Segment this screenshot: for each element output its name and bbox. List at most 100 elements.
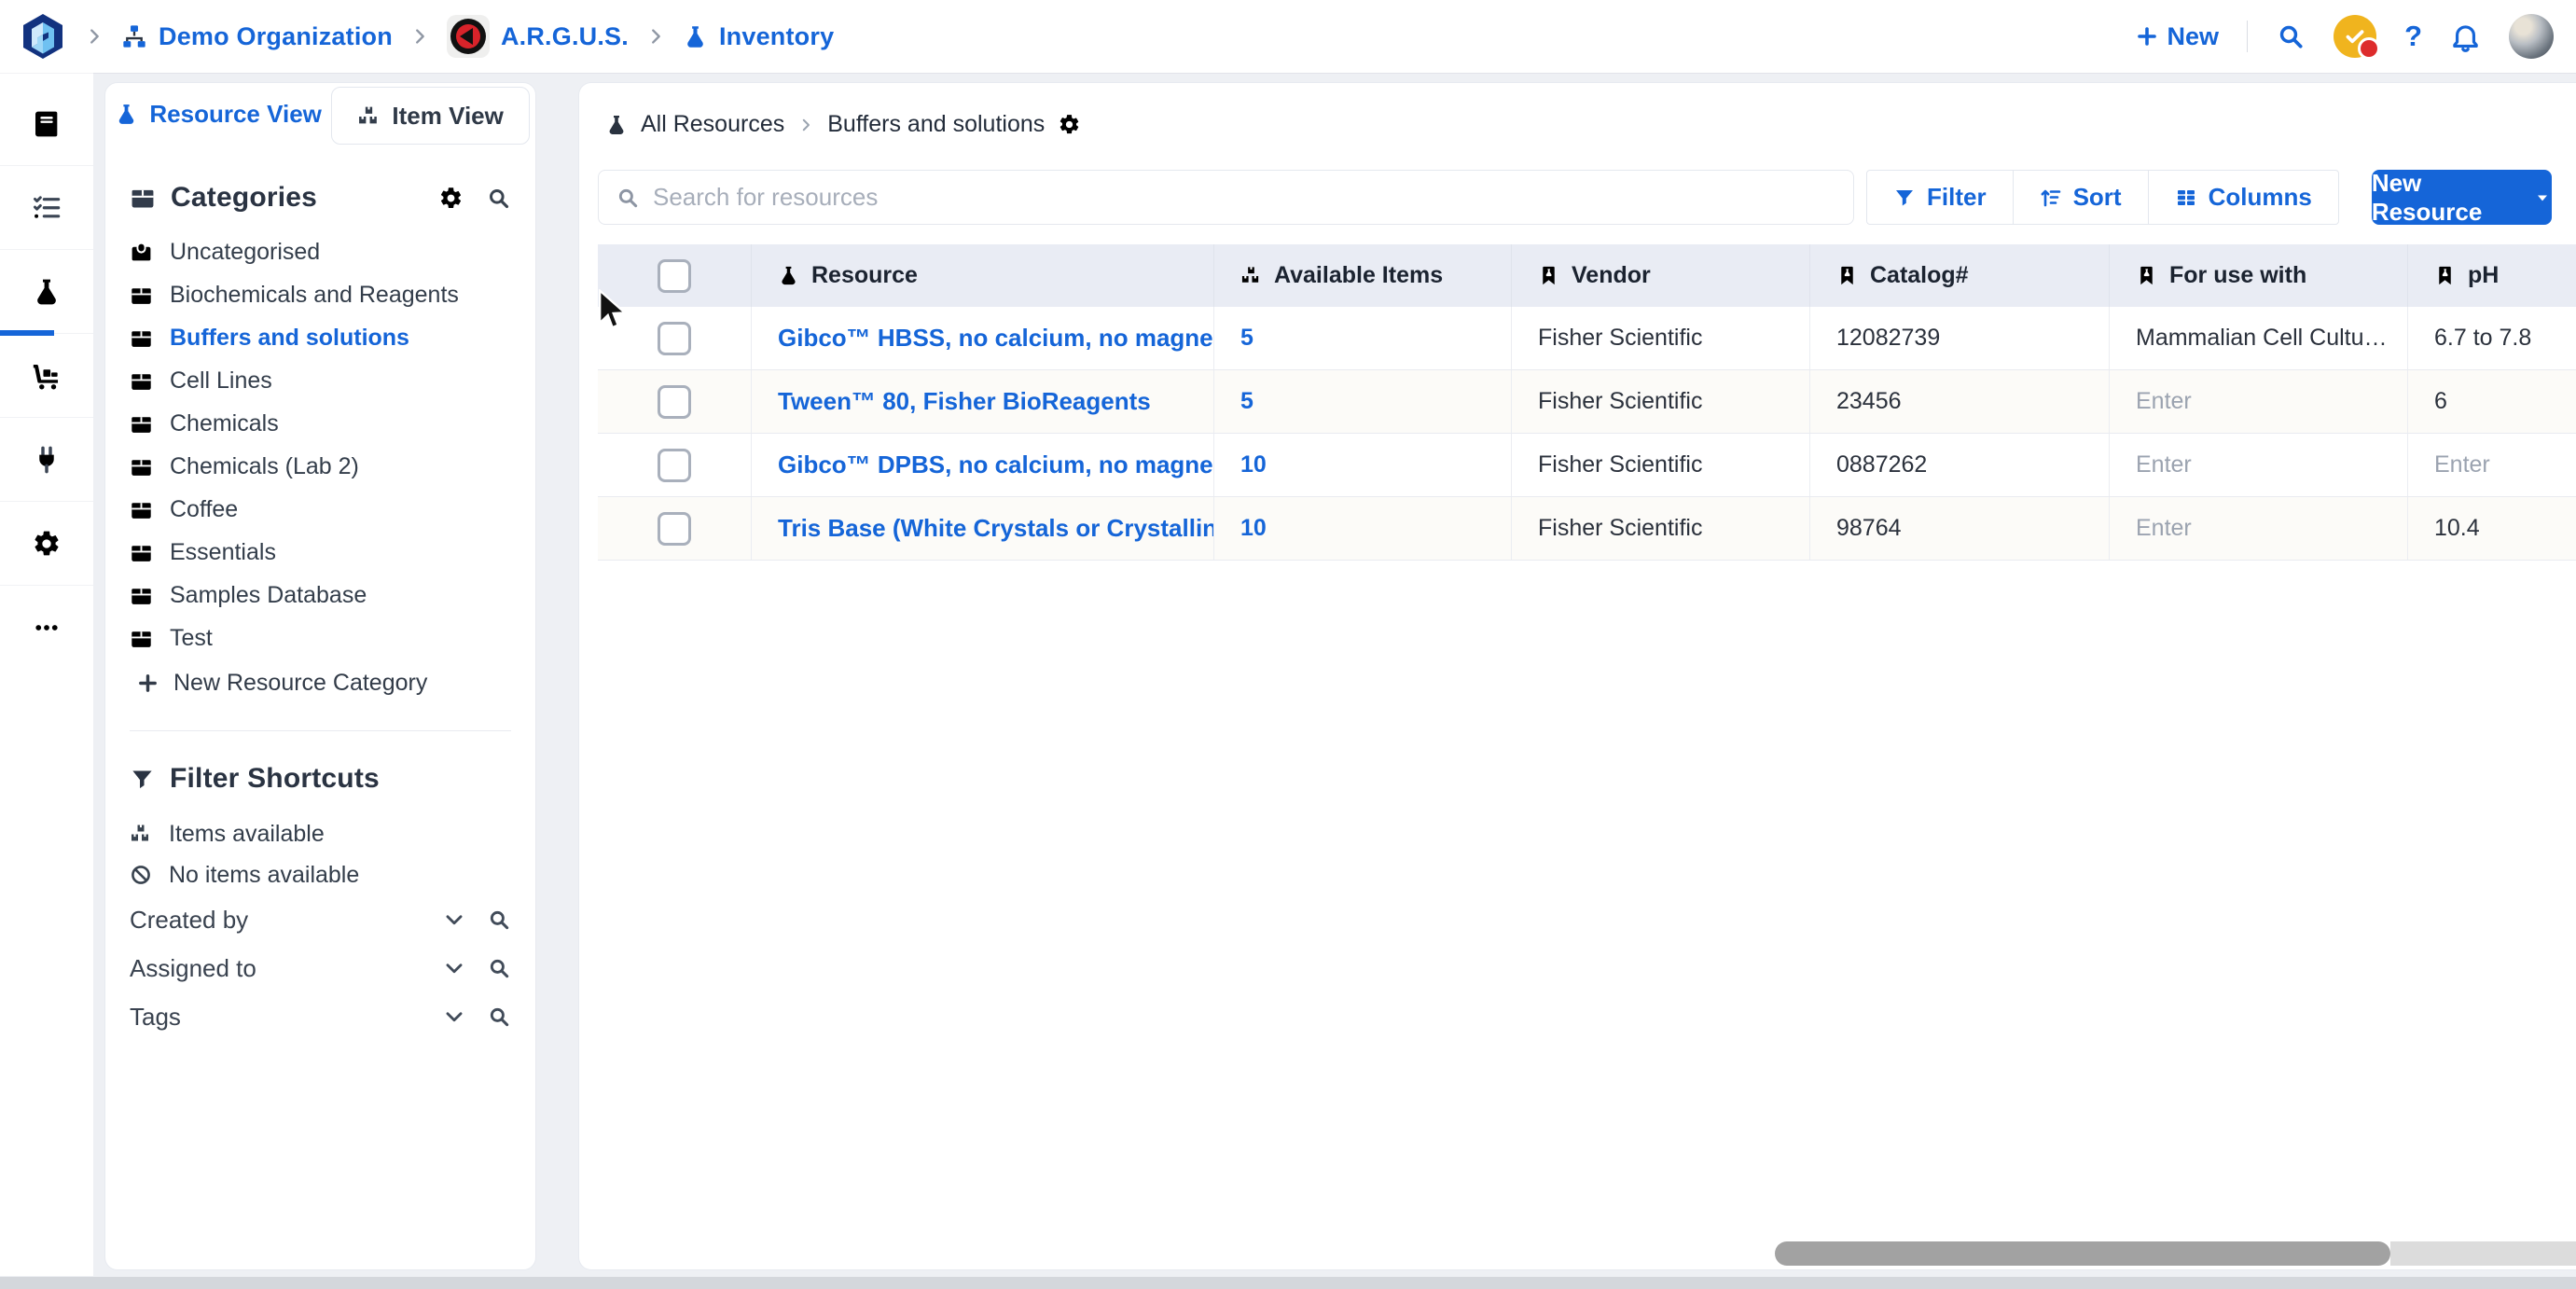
rail-item-integrations[interactable] bbox=[0, 418, 93, 502]
catalog-cell[interactable]: 12082739 bbox=[1836, 325, 1940, 352]
category-item-test[interactable]: Test bbox=[130, 617, 511, 659]
category-item-buffers-and-solutions[interactable]: Buffers and solutions bbox=[130, 316, 511, 359]
rail-item-supplies[interactable] bbox=[0, 334, 93, 418]
column-header-resource[interactable]: Resource bbox=[752, 244, 1214, 307]
row-checkbox[interactable] bbox=[658, 512, 691, 546]
category-settings-gear-icon[interactable] bbox=[1058, 113, 1081, 136]
category-label: Biochemicals and Reagents bbox=[170, 282, 459, 309]
tasks-status-badge[interactable] bbox=[2334, 15, 2376, 58]
resource-link[interactable]: Gibco™ DPBS, no calcium, no magnesi… bbox=[778, 450, 1213, 479]
tab-resource-view[interactable]: Resource View bbox=[105, 83, 331, 145]
custom-field-bookmark-icon bbox=[1836, 265, 1858, 286]
category-item-essentials[interactable]: Essentials bbox=[130, 531, 511, 574]
vendor-cell[interactable]: Fisher Scientific bbox=[1538, 388, 1702, 415]
for-use-with-cell[interactable]: Enter bbox=[2136, 388, 2192, 415]
filter-group-created-by[interactable]: Created by bbox=[130, 895, 511, 944]
resource-link[interactable]: Gibco™ HBSS, no calcium, no magnesi… bbox=[778, 324, 1213, 353]
category-item-chemicals[interactable]: Chemicals bbox=[130, 402, 511, 445]
sort-button[interactable]: Sort bbox=[2013, 171, 2148, 224]
catalog-cell[interactable]: 98764 bbox=[1836, 515, 1902, 542]
catalog-cell[interactable]: 23456 bbox=[1836, 388, 1902, 415]
available-items-link[interactable]: 10 bbox=[1240, 451, 1267, 478]
category-item-cell-lines[interactable]: Cell Lines bbox=[130, 359, 511, 402]
category-item-samples-database[interactable]: Samples Database bbox=[130, 574, 511, 617]
gear-icon[interactable] bbox=[438, 186, 464, 211]
chevron-down-icon[interactable] bbox=[442, 1005, 466, 1029]
column-header-vendor[interactable]: Vendor bbox=[1512, 244, 1810, 307]
chevron-down-icon[interactable] bbox=[442, 956, 466, 980]
resource-link[interactable]: Tween™ 80, Fisher BioReagents bbox=[778, 387, 1151, 416]
column-header-available-items[interactable]: Available Items bbox=[1214, 244, 1512, 307]
category-item-uncategorised[interactable]: Uncategorised bbox=[130, 230, 511, 273]
new-resource-button[interactable]: New Resource bbox=[2372, 170, 2552, 225]
breadcrumb-organization[interactable]: Demo Organization bbox=[121, 22, 393, 51]
breadcrumb-all-resources[interactable]: All Resources bbox=[641, 111, 784, 138]
row-checkbox[interactable] bbox=[658, 385, 691, 419]
resource-search[interactable] bbox=[598, 170, 1854, 225]
tab-item-view[interactable]: Item View bbox=[331, 87, 530, 145]
for-use-with-cell[interactable]: Enter bbox=[2136, 515, 2192, 542]
available-items-link[interactable]: 10 bbox=[1240, 515, 1267, 542]
breadcrumb-team[interactable]: A.R.G.U.S. bbox=[447, 15, 629, 58]
vendor-cell[interactable]: Fisher Scientific bbox=[1538, 515, 1702, 542]
filter-no-items-available[interactable]: No items available bbox=[130, 854, 511, 895]
select-all-checkbox[interactable] bbox=[658, 259, 691, 293]
ph-cell[interactable]: 6.7 to 7.8 bbox=[2434, 325, 2531, 352]
resource-link[interactable]: Tris Base (White Crystals or Crystallin… bbox=[778, 514, 1213, 543]
column-header-for-use-with[interactable]: For use with bbox=[2110, 244, 2408, 307]
vendor-cell[interactable]: Fisher Scientific bbox=[1538, 325, 1702, 352]
columns-button-label: Columns bbox=[2209, 183, 2312, 212]
column-header-ph[interactable]: pH bbox=[2408, 244, 2576, 307]
rail-item-protocols[interactable] bbox=[0, 166, 93, 250]
rail-item-inventory[interactable] bbox=[0, 250, 93, 334]
filter-shortcuts-header: Filter Shortcuts bbox=[130, 763, 511, 795]
caret-down-icon[interactable] bbox=[2533, 188, 2552, 207]
category-label: Cell Lines bbox=[170, 367, 272, 395]
ph-cell[interactable]: 6 bbox=[2434, 388, 2447, 415]
category-item-chemicals-lab2[interactable]: Chemicals (Lab 2) bbox=[130, 445, 511, 488]
rail-item-settings[interactable] bbox=[0, 502, 93, 586]
filter-button[interactable]: Filter bbox=[1867, 171, 2013, 224]
chevron-down-icon[interactable] bbox=[442, 908, 466, 932]
rail-item-more[interactable] bbox=[0, 586, 93, 670]
filter-group-tags[interactable]: Tags bbox=[130, 992, 511, 1041]
box-icon bbox=[130, 584, 153, 607]
ph-cell[interactable]: 10.4 bbox=[2434, 515, 2480, 542]
filter-items-available[interactable]: Items available bbox=[130, 813, 511, 854]
global-new-button[interactable]: New bbox=[2136, 22, 2220, 51]
vendor-cell[interactable]: Fisher Scientific bbox=[1538, 451, 1702, 478]
horizontal-scrollbar-thumb[interactable] bbox=[1775, 1241, 2390, 1266]
notifications-bell-icon[interactable] bbox=[2450, 21, 2481, 52]
available-items-link[interactable]: 5 bbox=[1240, 388, 1253, 415]
table-controls-group: Filter Sort Columns bbox=[1866, 170, 2339, 225]
resource-search-input[interactable] bbox=[653, 183, 1836, 212]
column-header-catalog[interactable]: Catalog# bbox=[1810, 244, 2110, 307]
catalog-cell[interactable]: 0887262 bbox=[1836, 451, 1927, 478]
category-item-coffee[interactable]: Coffee bbox=[130, 488, 511, 531]
plug-icon bbox=[32, 445, 62, 475]
breadcrumb-module-inventory[interactable]: Inventory bbox=[683, 22, 834, 51]
row-checkbox[interactable] bbox=[658, 449, 691, 482]
user-avatar[interactable] bbox=[2509, 14, 2554, 59]
available-items-link[interactable]: 5 bbox=[1240, 325, 1253, 352]
categories-section: Categories Uncategorised Biochemicals an… bbox=[105, 182, 535, 1041]
row-checkbox[interactable] bbox=[658, 322, 691, 355]
help-button[interactable]: ? bbox=[2404, 20, 2422, 53]
app-logo[interactable] bbox=[19, 12, 67, 61]
search-icon[interactable] bbox=[2276, 21, 2306, 51]
ph-cell[interactable]: Enter bbox=[2434, 451, 2490, 478]
plus-icon bbox=[2136, 25, 2158, 48]
search-icon[interactable] bbox=[487, 908, 511, 932]
filter-group-assigned-to[interactable]: Assigned to bbox=[130, 944, 511, 992]
columns-button[interactable]: Columns bbox=[2148, 171, 2338, 224]
new-resource-category-button[interactable]: New Resource Category bbox=[130, 661, 511, 704]
box-icon bbox=[130, 627, 153, 650]
search-icon[interactable] bbox=[487, 1005, 511, 1029]
rail-item-journal[interactable] bbox=[0, 82, 93, 166]
for-use-with-cell[interactable]: Enter bbox=[2136, 451, 2192, 478]
search-icon[interactable] bbox=[487, 956, 511, 980]
for-use-with-cell[interactable]: Mammalian Cell Cultu… bbox=[2136, 325, 2388, 352]
search-icon[interactable] bbox=[486, 186, 511, 211]
horizontal-scrollbar-track[interactable] bbox=[2390, 1241, 2576, 1266]
category-item-biochemicals[interactable]: Biochemicals and Reagents bbox=[130, 273, 511, 316]
